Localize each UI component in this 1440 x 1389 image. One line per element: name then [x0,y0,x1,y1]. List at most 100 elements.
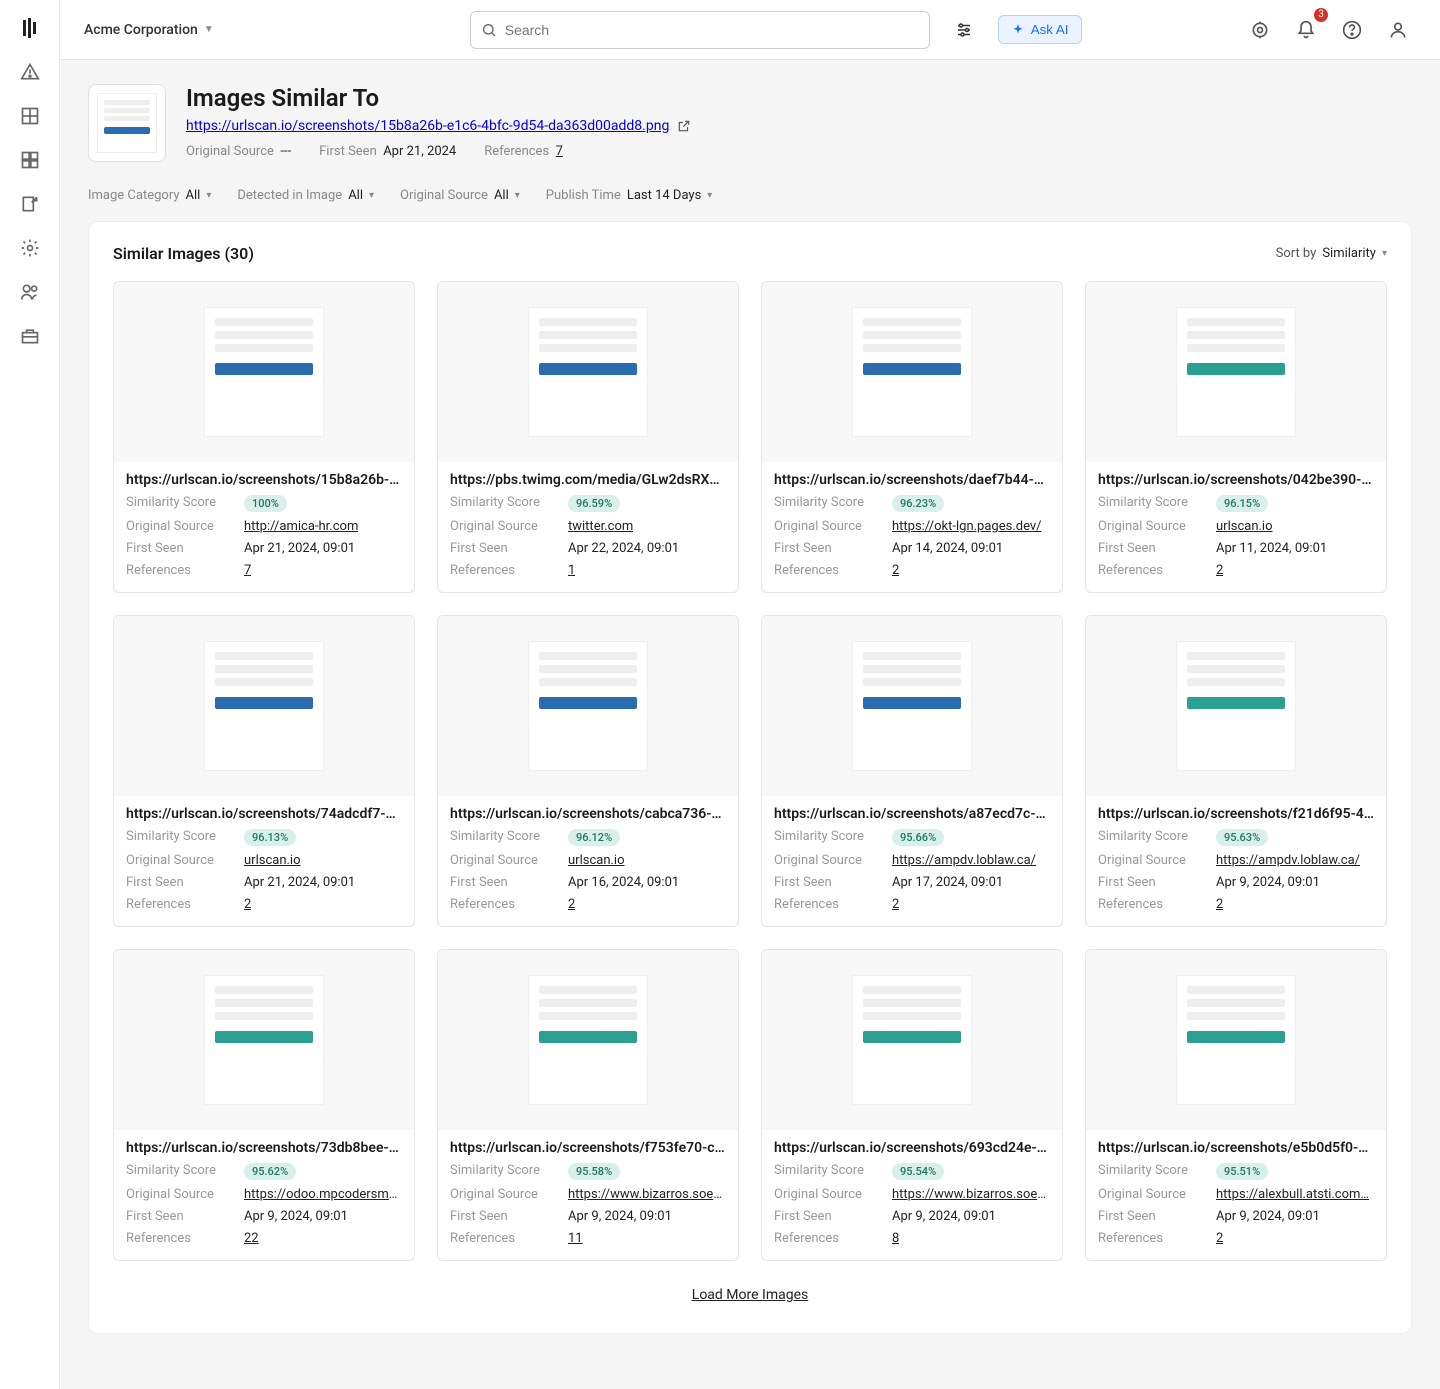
card-references-link[interactable]: 11 [568,1231,583,1246]
card-references-link[interactable]: 2 [568,897,575,912]
first-seen-label: First Seen [450,1209,560,1224]
dashboard-icon[interactable] [18,148,42,172]
org-name: Acme Corporation [84,22,198,38]
result-card[interactable]: https://urlscan.io/screenshots/74adcdf7-… [113,615,415,927]
card-first-seen: Apr 16, 2024, 09:01 [568,875,679,890]
users-icon[interactable] [18,280,42,304]
similarity-score-label: Similarity Score [126,829,236,846]
card-url: https://urlscan.io/screenshots/15b8a26b-… [126,472,402,488]
card-first-seen: Apr 22, 2024, 09:01 [568,541,679,556]
sort-label: Sort by [1276,246,1317,261]
sort-value: Similarity [1322,246,1376,261]
card-source-link[interactable]: https://ampdv.loblaw.ca/ [892,853,1036,868]
source-url-link[interactable]: https://urlscan.io/screenshots/15b8a26b-… [186,118,691,134]
sort-selector[interactable]: Sort by Similarity ▾ [1276,246,1387,261]
toolbox-icon[interactable] [18,324,42,348]
card-references-link[interactable]: 8 [892,1231,899,1246]
card-url: https://urlscan.io/screenshots/f753fe70-… [450,1140,726,1156]
result-card[interactable]: https://urlscan.io/screenshots/cabca736-… [437,615,739,927]
result-card[interactable]: https://urlscan.io/screenshots/693cd24e-… [761,949,1063,1261]
filter-publish-time[interactable]: Publish TimeLast 14 Days▾ [546,188,713,203]
first-seen-label: First Seen [126,541,236,556]
card-source-link[interactable]: https://www.bizarros.soef… [568,1187,726,1202]
grid-icon[interactable] [18,104,42,128]
card-source-link[interactable]: https://alexbull.atsti.com… [1216,1187,1369,1202]
card-source-link[interactable]: twitter.com [568,519,633,534]
ask-ai-button[interactable]: Ask AI [998,15,1082,44]
first-seen-value: Apr 21, 2024 [383,144,456,159]
sidebar [0,0,60,1389]
alerts-icon[interactable] [18,60,42,84]
app-logo[interactable] [18,16,42,40]
original-source-label: Original Source [774,853,884,868]
references-label: References [126,563,236,578]
result-card[interactable]: https://urlscan.io/screenshots/15b8a26b-… [113,281,415,593]
filter-detected-in-image[interactable]: Detected in ImageAll▾ [237,188,374,203]
search-field[interactable] [470,11,930,49]
result-card[interactable]: https://urlscan.io/screenshots/f21d6f95-… [1085,615,1387,927]
card-source-link[interactable]: https://www.bizarros.soef… [892,1187,1050,1202]
first-seen-label: First Seen [774,541,884,556]
notifications-icon[interactable]: 3 [1288,12,1324,48]
card-thumbnail [438,950,738,1130]
original-source-value: --- [280,144,291,159]
results-panel: Similar Images (30) Sort by Similarity ▾… [88,221,1412,1334]
references-link[interactable]: 7 [556,144,563,159]
result-card[interactable]: https://urlscan.io/screenshots/042be390-… [1085,281,1387,593]
card-source-link[interactable]: https://odoo.mpcodersmx… [244,1187,402,1202]
chevron-down-icon: ▾ [206,190,211,201]
card-source-link[interactable]: https://ampdv.loblaw.ca/ [1216,853,1360,868]
card-thumbnail [114,950,414,1130]
card-url: https://urlscan.io/screenshots/042be390-… [1098,472,1374,488]
card-source-link[interactable]: urlscan.io [568,853,625,868]
first-seen-label: First Seen [126,875,236,890]
result-card[interactable]: https://urlscan.io/screenshots/f753fe70-… [437,949,739,1261]
card-references-link[interactable]: 2 [1216,897,1223,912]
help-icon[interactable] [1334,12,1370,48]
profile-icon[interactable] [1380,12,1416,48]
chevron-down-icon: ▼ [204,24,214,35]
original-source-label: Original Source [1098,519,1208,534]
filter-original-source[interactable]: Original SourceAll▾ [400,188,520,203]
result-card[interactable]: https://urlscan.io/screenshots/73db8bee-… [113,949,415,1261]
card-source-link[interactable]: https://okt-lgn.pages.dev/ [892,519,1042,534]
org-selector[interactable]: Acme Corporation ▼ [84,22,214,38]
similarity-score-label: Similarity Score [1098,1163,1208,1180]
references-label: References [484,144,549,159]
target-icon[interactable] [1242,12,1278,48]
similarity-score-label: Similarity Score [774,1163,884,1180]
result-card[interactable]: https://urlscan.io/screenshots/a87ecd7c-… [761,615,1063,927]
result-card[interactable]: https://urlscan.io/screenshots/daef7b44-… [761,281,1063,593]
references-label: References [1098,1231,1208,1246]
card-references-link[interactable]: 2 [892,897,899,912]
card-source-link[interactable]: http://amica-hr.com [244,519,358,534]
similarity-score-label: Similarity Score [774,829,884,846]
result-card[interactable]: https://urlscan.io/screenshots/e5b0d5f0-… [1085,949,1387,1261]
card-references-link[interactable]: 2 [244,897,251,912]
export-icon[interactable] [18,192,42,216]
card-references-link[interactable]: 1 [568,563,575,578]
search-icon [481,22,497,38]
similarity-badge: 96.13% [244,829,296,846]
search-input[interactable] [505,22,919,38]
settings-icon[interactable] [18,236,42,260]
load-more-link[interactable]: Load More Images [692,1287,808,1303]
result-card[interactable]: https://pbs.twimg.com/media/GLw2dsRXA… S… [437,281,739,593]
card-first-seen: Apr 9, 2024, 09:01 [892,1209,996,1224]
similarity-badge: 96.59% [568,495,620,512]
card-thumbnail [438,282,738,462]
card-references-link[interactable]: 2 [1216,563,1223,578]
filter-image-category[interactable]: Image CategoryAll▾ [88,188,211,203]
card-references-link[interactable]: 22 [244,1231,259,1246]
card-references-link[interactable]: 7 [244,563,251,578]
first-seen-label: First Seen [450,541,560,556]
original-source-label: Original Source [450,519,560,534]
chevron-down-icon: ▾ [515,190,520,201]
card-source-link[interactable]: urlscan.io [1216,519,1273,534]
card-references-link[interactable]: 2 [892,563,899,578]
filter-sliders-icon[interactable] [946,12,982,48]
first-seen-label: First Seen [774,875,884,890]
card-source-link[interactable]: urlscan.io [244,853,301,868]
card-references-link[interactable]: 2 [1216,1231,1223,1246]
references-label: References [1098,897,1208,912]
